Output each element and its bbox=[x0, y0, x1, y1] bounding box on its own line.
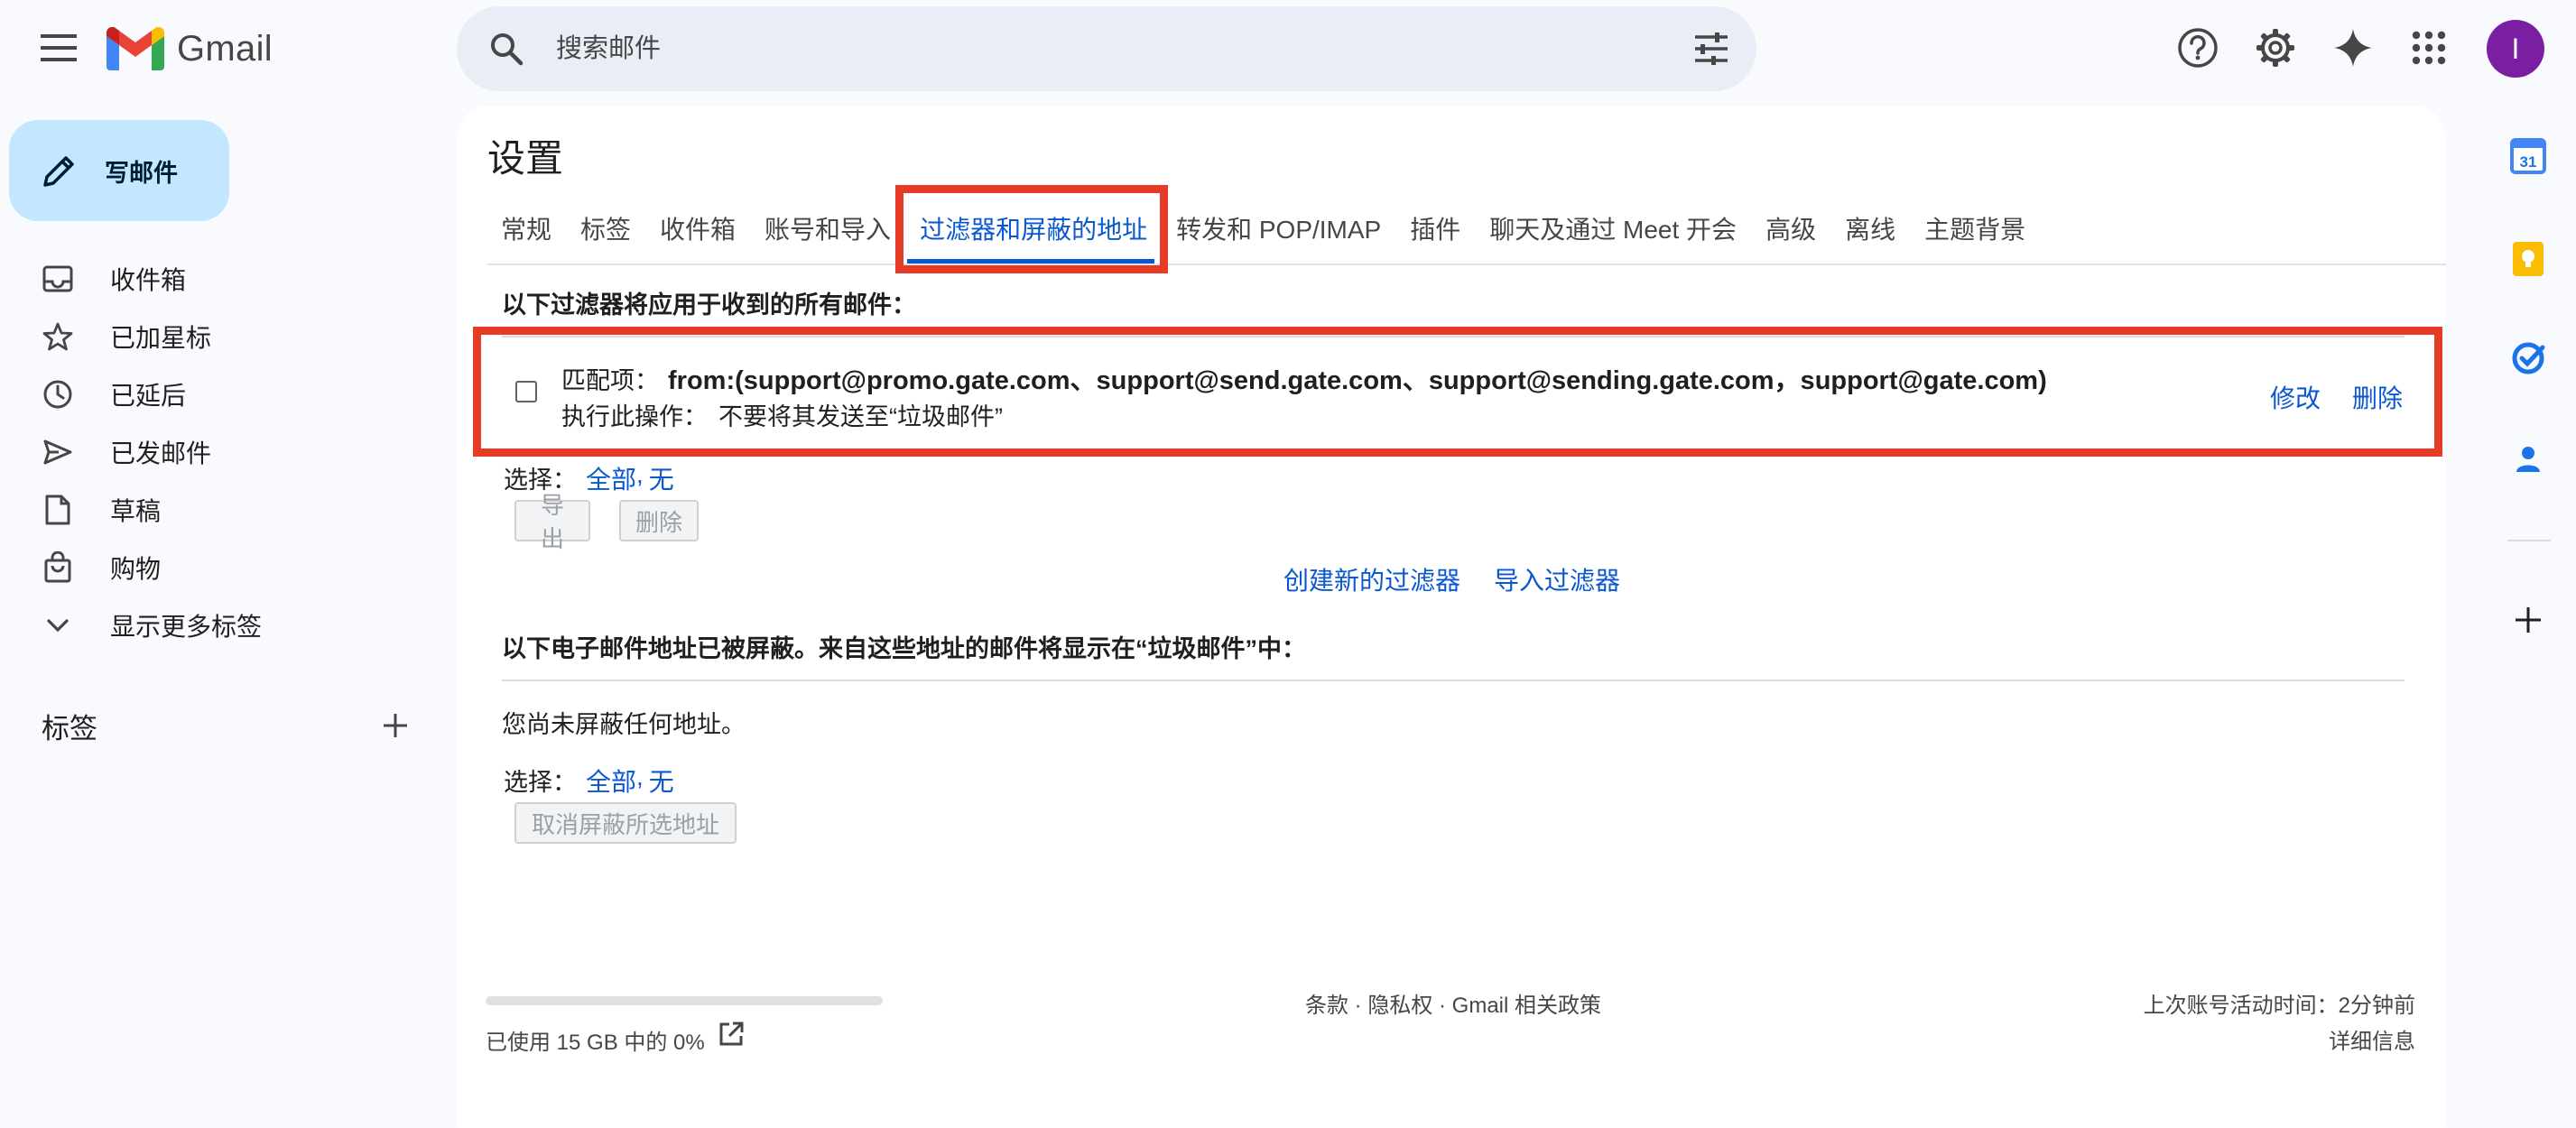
page-title: 设置 bbox=[487, 137, 564, 180]
tab-themes[interactable]: 主题背景 bbox=[1910, 200, 2040, 256]
policy-links[interactable]: 条款 · 隐私权 · Gmail 相关政策 bbox=[1305, 987, 1601, 1019]
sidebar-item-snoozed[interactable]: 已延后 bbox=[0, 366, 433, 422]
tab-inbox[interactable]: 收件箱 bbox=[645, 200, 750, 256]
select-none-link[interactable]: 无 bbox=[649, 460, 674, 496]
sidebar-item-starred[interactable]: 已加星标 bbox=[0, 309, 433, 365]
chevron-down-icon bbox=[40, 607, 76, 643]
search-options-icon[interactable] bbox=[1666, 6, 1756, 91]
blocked-section-title: 以下电子邮件地址已被屏蔽。来自这些地址的邮件将显示在“垃圾邮件”中： bbox=[502, 635, 1306, 662]
google-apps-icon[interactable] bbox=[2399, 18, 2459, 78]
select-separator: , bbox=[636, 763, 644, 791]
sidebar-item-drafts[interactable]: 草稿 bbox=[0, 482, 433, 538]
tab-forwarding-pop-imap[interactable]: 转发和 POP/IMAP bbox=[1162, 200, 1395, 256]
clock-icon bbox=[40, 376, 76, 412]
select-none-link[interactable]: 无 bbox=[649, 763, 674, 799]
keep-icon[interactable] bbox=[2506, 236, 2551, 282]
highlight-box-filter bbox=[473, 327, 2442, 457]
open-storage-icon[interactable] bbox=[715, 1018, 747, 1050]
tabs-divider bbox=[487, 264, 2446, 265]
star-icon bbox=[40, 319, 76, 355]
no-blocked-text: 您尚未屏蔽任何地址。 bbox=[502, 711, 746, 738]
import-filter-link[interactable]: 导入过滤器 bbox=[1494, 561, 1620, 597]
sidebar-item-more[interactable]: 显示更多标签 bbox=[0, 597, 433, 653]
calendar-day: 31 bbox=[2520, 153, 2537, 171]
tasks-icon[interactable] bbox=[2506, 336, 2551, 381]
sidebar-item-inbox[interactable]: 收件箱 bbox=[0, 251, 433, 307]
shopping-bag-icon bbox=[40, 550, 76, 586]
side-panel-divider bbox=[2507, 540, 2551, 541]
select-all-link[interactable]: 全部 bbox=[586, 763, 636, 799]
tab-addons[interactable]: 插件 bbox=[1395, 200, 1475, 256]
account-avatar[interactable]: I bbox=[2487, 20, 2544, 78]
tab-general[interactable]: 常规 bbox=[487, 200, 566, 256]
sidebar-item-label: 已加星标 bbox=[110, 324, 212, 352]
sidebar-item-label: 已发邮件 bbox=[110, 439, 212, 467]
compose-label: 写邮件 bbox=[105, 159, 178, 187]
create-filter-link[interactable]: 创建新的过滤器 bbox=[1283, 561, 1460, 597]
tab-labels[interactable]: 标签 bbox=[566, 200, 645, 256]
add-label-icon[interactable] bbox=[377, 707, 413, 744]
gmail-m-icon bbox=[107, 27, 164, 70]
blocked-select-row: 选择： 全部 , 无 bbox=[504, 763, 674, 799]
help-icon[interactable] bbox=[2168, 18, 2228, 78]
inbox-icon bbox=[40, 261, 76, 297]
send-icon bbox=[40, 434, 76, 470]
gemini-sparkle-icon[interactable] bbox=[2323, 18, 2383, 78]
export-button[interactable]: 导出 bbox=[514, 492, 590, 552]
search-input[interactable] bbox=[556, 6, 1666, 91]
draft-icon bbox=[40, 492, 76, 528]
main-menu-icon[interactable] bbox=[27, 20, 90, 76]
tab-offline[interactable]: 离线 bbox=[1830, 200, 1910, 256]
select-label: 选择： bbox=[504, 769, 577, 796]
sidebar-item-label: 购物 bbox=[110, 555, 162, 583]
app-name: Gmail bbox=[177, 28, 273, 69]
sidebar-item-sent[interactable]: 已发邮件 bbox=[0, 424, 433, 480]
tab-accounts-import[interactable]: 账号和导入 bbox=[750, 200, 905, 256]
storage-usage-text: 已使用 15 GB 中的 0% bbox=[486, 1031, 705, 1055]
get-addons-icon[interactable] bbox=[2506, 597, 2551, 643]
labels-header: 标签 bbox=[42, 713, 97, 744]
tab-advanced[interactable]: 高级 bbox=[1751, 200, 1830, 256]
delete-selected-button[interactable]: 删除 bbox=[619, 500, 699, 541]
blocked-divider bbox=[502, 680, 2405, 681]
sidebar-item-shopping[interactable]: 购物 bbox=[0, 540, 433, 596]
calendar-icon[interactable]: 31 bbox=[2506, 134, 2551, 179]
gmail-logo[interactable]: Gmail bbox=[107, 23, 273, 74]
pencil-icon bbox=[43, 156, 74, 187]
tab-chat-meet[interactable]: 聊天及通过 Meet 开会 bbox=[1475, 200, 1751, 256]
storage-usage-bar bbox=[486, 996, 883, 1005]
settings-panel bbox=[458, 106, 2445, 1128]
contacts-icon[interactable] bbox=[2506, 437, 2551, 482]
unblock-selected-button[interactable]: 取消屏蔽所选地址 bbox=[514, 802, 737, 844]
settings-tabs: 常规 标签 收件箱 账号和导入 过滤器和屏蔽的地址 转发和 POP/IMAP 插… bbox=[487, 200, 2040, 256]
compose-button[interactable]: 写邮件 bbox=[9, 120, 229, 221]
select-all-link[interactable]: 全部 bbox=[586, 460, 636, 496]
last-activity-text: 上次账号活动时间：2分钟前 bbox=[2143, 994, 2415, 1018]
highlight-box-active-tab bbox=[895, 185, 1168, 273]
sidebar-item-label: 草稿 bbox=[110, 497, 162, 525]
sidebar-item-label: 显示更多标签 bbox=[110, 613, 263, 641]
search-bar[interactable] bbox=[457, 6, 1756, 91]
activity-details-link[interactable]: 详细信息 bbox=[2329, 1023, 2415, 1055]
select-separator: , bbox=[636, 460, 644, 488]
sidebar-item-label: 收件箱 bbox=[110, 266, 187, 294]
sidebar-item-label: 已延后 bbox=[110, 382, 187, 410]
filters-section-title: 以下过滤器将应用于收到的所有邮件： bbox=[502, 291, 916, 319]
filters-select-row: 选择： 全部 , 无 bbox=[504, 460, 674, 496]
search-icon[interactable] bbox=[457, 6, 556, 91]
settings-gear-icon[interactable] bbox=[2246, 18, 2305, 78]
